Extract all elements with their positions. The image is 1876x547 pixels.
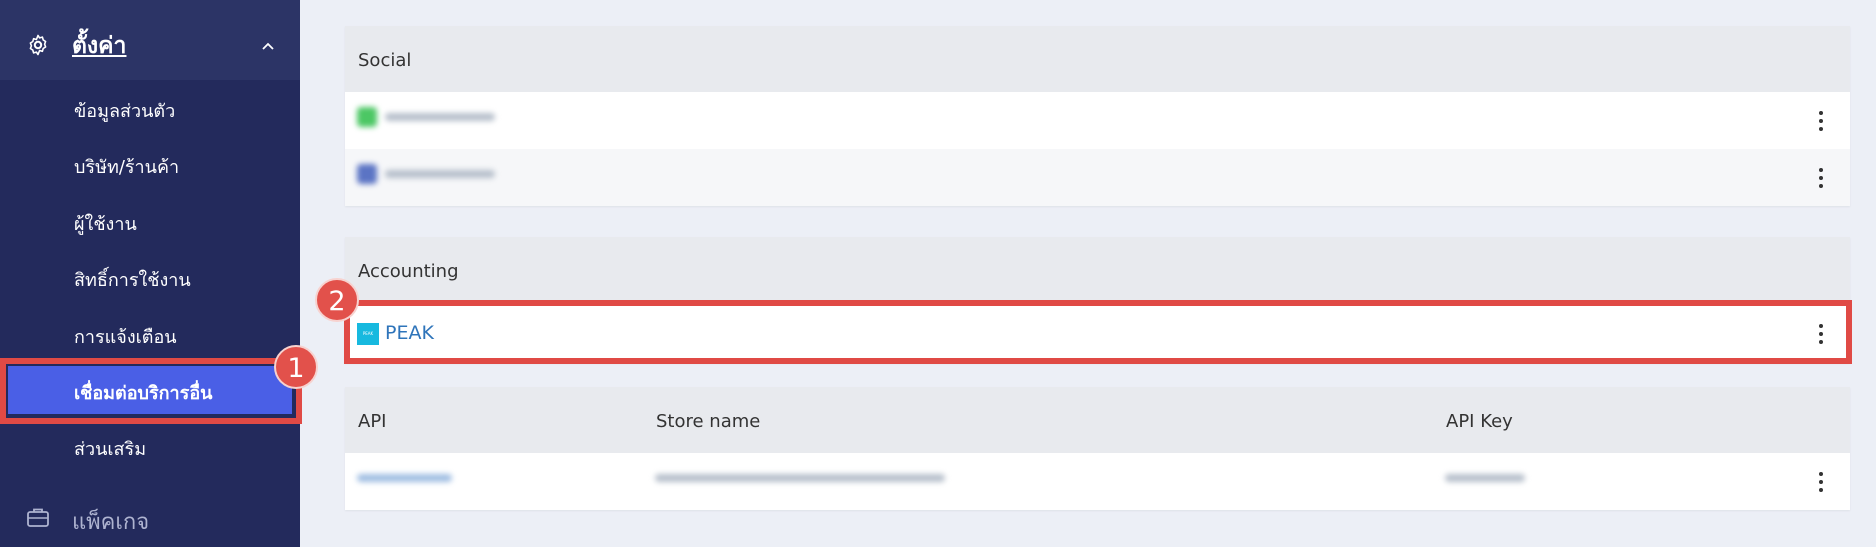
sidebar-item-label: การแจ้งเตือน — [74, 327, 177, 348]
sidebar: ตั้งค่า ข้อมูลส่วนตัว บริษัท/ร้านค้า ผู้… — [0, 0, 300, 547]
more-options-icon[interactable] — [1818, 111, 1824, 131]
column-header-api: API — [358, 411, 387, 432]
sidebar-item-permissions[interactable]: สิทธิ์การใช้งาน — [0, 249, 300, 305]
social-app-icon — [357, 164, 377, 184]
step-badge-1: 1 — [274, 345, 318, 389]
sidebar-item-label: สิทธิ์การใช้งาน — [74, 270, 191, 291]
sidebar-item-label: บริษัท/ร้านค้า — [74, 157, 180, 178]
highlight-box-step2 — [344, 300, 1852, 364]
social-row — [345, 149, 1850, 206]
sidebar-item-addons[interactable]: ส่วนเสริม — [0, 418, 300, 474]
step-badge-2: 2 — [315, 278, 359, 322]
api-row — [345, 453, 1850, 510]
redacted-store-name — [655, 467, 945, 489]
settings-menu-header[interactable]: ตั้งค่า — [0, 0, 300, 80]
column-header-store-name: Store name — [656, 411, 761, 432]
settings-title[interactable]: ตั้งค่า — [72, 28, 126, 64]
sidebar-item-profile[interactable]: ข้อมูลส่วนตัว — [0, 80, 300, 136]
sidebar-item-label: ส่วนเสริม — [74, 439, 147, 460]
api-section: API Store name API Key — [345, 387, 1850, 510]
more-options-icon[interactable] — [1818, 472, 1824, 492]
gear-icon — [29, 34, 47, 56]
sidebar-item-notifications[interactable]: การแจ้งเตือน — [0, 306, 300, 362]
accounting-section-title: Accounting — [358, 261, 459, 282]
sidebar-item-label: ผู้ใช้งาน — [74, 214, 137, 235]
social-app-icon — [357, 107, 377, 127]
chevron-up-icon[interactable] — [262, 42, 274, 50]
sidebar-item-users[interactable]: ผู้ใช้งาน — [0, 193, 300, 249]
social-section-header: Social — [345, 26, 1850, 92]
redacted-api-name — [357, 467, 452, 489]
sidebar-item-label: ข้อมูลส่วนตัว — [74, 101, 176, 122]
column-header-api-key: API Key — [1446, 411, 1513, 432]
highlight-box-step1 — [0, 358, 302, 424]
accounting-section-header: Accounting — [345, 237, 1850, 303]
social-section: Social — [345, 26, 1850, 206]
briefcase-icon — [27, 508, 49, 527]
redacted-api-key — [1445, 467, 1525, 489]
package-label: แพ็คเกจ — [72, 510, 150, 535]
social-row — [345, 92, 1850, 149]
social-section-title: Social — [358, 50, 412, 71]
sidebar-item-package[interactable]: แพ็คเกจ — [0, 490, 300, 547]
redacted-social-item — [357, 106, 495, 128]
api-table-header: API Store name API Key — [345, 387, 1850, 453]
more-options-icon[interactable] — [1818, 168, 1824, 188]
sidebar-item-company[interactable]: บริษัท/ร้านค้า — [0, 136, 300, 192]
redacted-social-item — [357, 163, 495, 185]
